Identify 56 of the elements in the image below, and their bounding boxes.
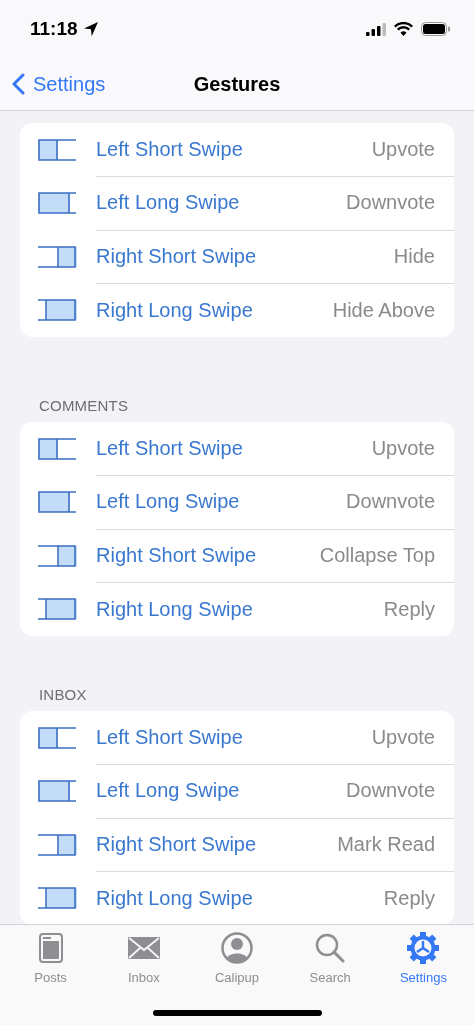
location-arrow-icon (82, 21, 99, 37)
screen-title: Gestures (193, 72, 281, 96)
swipe-right-icon (38, 245, 78, 268)
wifi-icon (394, 22, 413, 36)
swipe-left-icon (38, 138, 78, 161)
tab-item[interactable]: Settings (376, 931, 470, 985)
swipe-right-icon (38, 598, 78, 621)
page-icon (38, 933, 63, 963)
tab-item[interactable]: Search (283, 931, 377, 985)
action-value: Hide (393, 244, 435, 268)
gesture-label[interactable]: Left Long Swipe (96, 779, 347, 803)
gesture-label[interactable]: Right Short Swipe (96, 543, 320, 567)
tab-item[interactable]: Inbox (97, 931, 191, 985)
tab-item[interactable]: Calipup (190, 931, 284, 985)
envelope-icon (127, 937, 160, 959)
clock-time: 11:18 (30, 18, 78, 40)
gesture-label[interactable]: Right Long Swipe (96, 597, 384, 621)
back-button[interactable]: Settings (0, 71, 112, 97)
gesture-label[interactable]: Left Short Swipe (96, 137, 372, 161)
action-value: Reply (383, 886, 435, 910)
signal-icon (366, 22, 386, 36)
gesture-label[interactable]: Left Short Swipe (96, 436, 372, 460)
action-value: Upvote (371, 137, 435, 161)
battery-icon (421, 22, 450, 36)
swipe-left-icon (38, 192, 78, 215)
swipe-right-icon (38, 544, 78, 567)
action-value: Downvote (346, 191, 435, 215)
swipe-right-icon (38, 887, 78, 910)
swipe-left-icon (38, 491, 78, 514)
action-value: Hide Above (332, 298, 435, 322)
settings-icon (407, 932, 440, 964)
gesture-label[interactable]: Right Short Swipe (96, 244, 394, 268)
section-header: INBOX (38, 686, 88, 705)
person-icon (221, 932, 253, 964)
tab-item[interactable]: Posts (4, 931, 98, 985)
action-value: Mark Read (337, 832, 435, 856)
chevron-left-icon (12, 73, 25, 95)
swipe-right-icon (38, 833, 78, 856)
action-value: Upvote (371, 436, 435, 460)
gesture-label[interactable]: Right Short Swipe (96, 832, 338, 856)
action-value: Downvote (346, 490, 435, 514)
gesture-label[interactable]: Left Long Swipe (96, 490, 347, 514)
gesture-label[interactable]: Left Long Swipe (96, 191, 347, 215)
action-value: Downvote (346, 779, 435, 803)
swipe-right-icon (38, 299, 78, 322)
action-value: Reply (383, 597, 435, 621)
swipe-left-icon (38, 437, 78, 460)
swipe-left-icon (38, 780, 78, 803)
gesture-label[interactable]: Right Long Swipe (96, 886, 384, 910)
swipe-left-icon (38, 726, 78, 749)
action-value: Collapse Top (319, 543, 435, 567)
gesture-label[interactable]: Left Short Swipe (96, 725, 372, 749)
section-header: COMMENTS (38, 397, 130, 416)
action-value: Upvote (371, 725, 435, 749)
gesture-label[interactable]: Right Long Swipe (96, 298, 333, 322)
search-icon (315, 933, 346, 963)
